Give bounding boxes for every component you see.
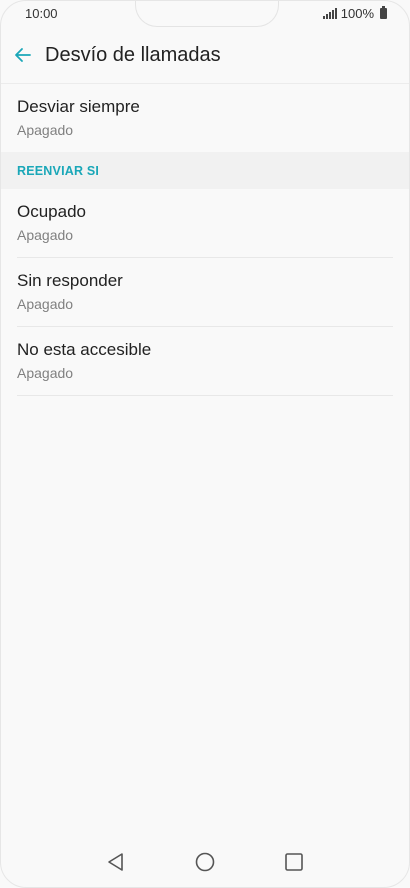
list-item-sin-responder[interactable]: Sin responder Apagado bbox=[1, 258, 409, 326]
list-item-title: No esta accesible bbox=[17, 340, 152, 359]
list-item-ocupado[interactable]: Ocupado Apagado bbox=[1, 189, 409, 257]
list-item-subtitle: Apagado bbox=[17, 122, 74, 138]
triangle-back-icon bbox=[107, 853, 123, 871]
list-item-subtitle: Apagado bbox=[17, 365, 74, 381]
arrow-left-icon bbox=[15, 48, 31, 62]
list-item-title: Sin responder bbox=[17, 271, 123, 290]
status-icons: 100% bbox=[322, 6, 387, 21]
navigation-bar bbox=[1, 837, 409, 887]
list-item-title: Desviar siempre bbox=[17, 97, 140, 116]
list-item-title: Ocupado bbox=[17, 202, 86, 221]
nav-home-button[interactable] bbox=[183, 840, 227, 884]
square-recents-icon bbox=[285, 853, 304, 871]
divider bbox=[17, 395, 393, 396]
nav-recents-button[interactable] bbox=[272, 840, 316, 884]
circle-home-icon bbox=[195, 852, 215, 872]
list-item-subtitle: Apagado bbox=[17, 227, 74, 243]
list-item-desviar-siempre[interactable]: Desviar siempre Apagado bbox=[1, 84, 409, 152]
page-title: Desvío de llamadas bbox=[45, 43, 221, 66]
status-bar: 10:00 100% bbox=[1, 1, 409, 27]
status-time: 10:00 bbox=[25, 6, 58, 21]
back-button[interactable] bbox=[1, 33, 45, 77]
phone-screen: 10:00 100% Desvío de llamadas Desviar si… bbox=[0, 0, 410, 888]
battery-icon bbox=[380, 6, 387, 19]
section-header: REENVIAR SI bbox=[1, 152, 409, 189]
battery-percentage: 100% bbox=[340, 6, 374, 21]
app-bar: Desvío de llamadas bbox=[1, 27, 409, 84]
camera-notch bbox=[135, 1, 279, 27]
settings-list: Desviar siempre Apagado REENVIAR SI Ocup… bbox=[1, 84, 409, 396]
signal-icon bbox=[322, 8, 337, 19]
nav-back-button[interactable] bbox=[94, 840, 138, 884]
list-item-no-esta-accesible[interactable]: No esta accesible Apagado bbox=[1, 327, 409, 395]
list-item-subtitle: Apagado bbox=[17, 296, 74, 312]
